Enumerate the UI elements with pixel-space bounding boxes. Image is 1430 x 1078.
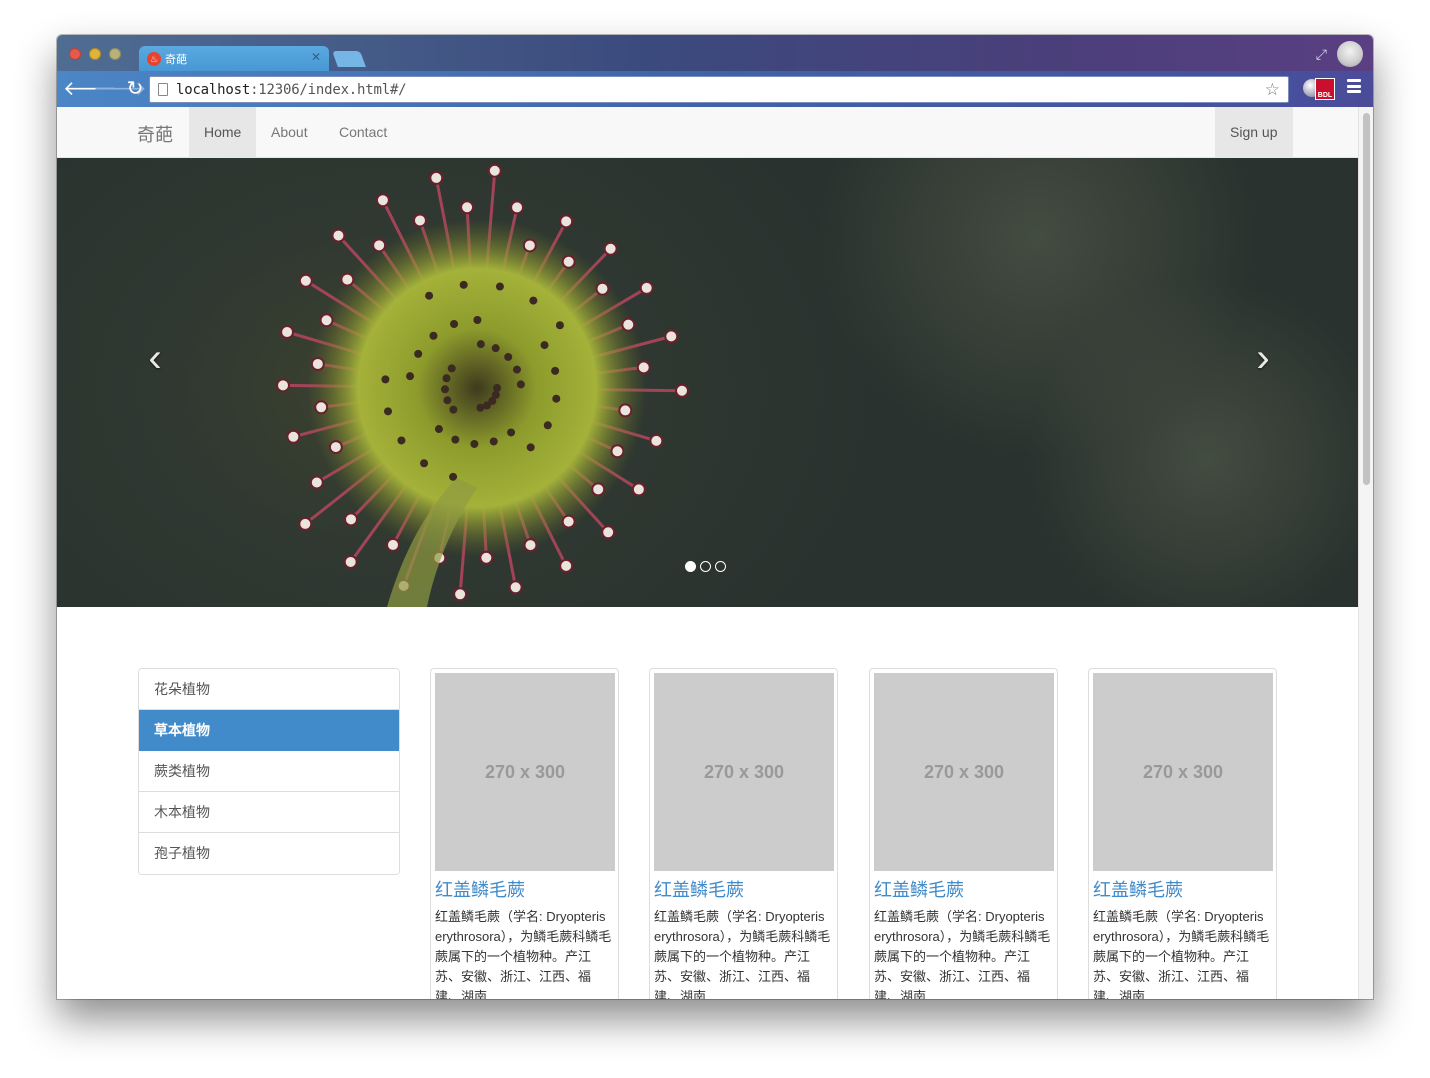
forward-arrow-icon[interactable]: 🡒 xyxy=(93,77,147,101)
product-card: 270 x 300 红盖鳞毛蕨 红盖鳞毛蕨（学名: Dryopteris ery… xyxy=(649,668,838,999)
incognito-icon xyxy=(1337,41,1363,67)
window-maximize-button[interactable] xyxy=(109,48,121,60)
product-description: 红盖鳞毛蕨（学名: Dryopteris erythrosora），为鳞毛蕨科鳞… xyxy=(874,909,1051,999)
tab-title: 奇葩 xyxy=(165,54,187,66)
url-path: :12306/index.html#/ xyxy=(250,82,407,98)
product-card: 270 x 300 红盖鳞毛蕨 红盖鳞毛蕨（学名: Dryopteris ery… xyxy=(869,668,1058,999)
category-item[interactable]: 孢子植物 xyxy=(139,833,399,874)
product-title[interactable]: 红盖鳞毛蕨 xyxy=(874,879,1053,901)
extension-bdl-icon[interactable]: BDL xyxy=(1315,78,1335,100)
carousel-indicator-2[interactable] xyxy=(700,561,711,572)
product-title[interactable]: 红盖鳞毛蕨 xyxy=(654,879,833,901)
tab-strip: ♨ 奇葩 ✕ ⤢ xyxy=(57,35,1373,72)
site-brand[interactable]: 奇葩 xyxy=(137,121,173,147)
hero-carousel: ‹ › xyxy=(57,158,1358,607)
window-minimize-button[interactable] xyxy=(89,48,101,60)
page-viewport: 奇葩 Home About Contact Sign up ‹ › 花朵植物 草… xyxy=(57,107,1358,999)
product-title[interactable]: 红盖鳞毛蕨 xyxy=(435,879,614,901)
product-image-placeholder[interactable]: 270 x 300 xyxy=(654,673,834,871)
category-item[interactable]: 花朵植物 xyxy=(139,669,399,710)
product-description: 红盖鳞毛蕨（学名: Dryopteris erythrosora），为鳞毛蕨科鳞… xyxy=(1093,909,1270,999)
hamburger-menu-icon[interactable] xyxy=(1347,79,1361,93)
product-card: 270 x 300 红盖鳞毛蕨 红盖鳞毛蕨（学名: Dryopteris ery… xyxy=(1088,668,1277,999)
new-tab-button[interactable] xyxy=(332,51,366,67)
product-title[interactable]: 红盖鳞毛蕨 xyxy=(1093,879,1272,901)
product-image-placeholder[interactable]: 270 x 300 xyxy=(435,673,615,871)
window-extras: ⤢ xyxy=(1316,41,1363,67)
product-image-placeholder[interactable]: 270 x 300 xyxy=(1093,673,1273,871)
product-card: 270 x 300 红盖鳞毛蕨 红盖鳞毛蕨（学名: Dryopteris ery… xyxy=(430,668,619,999)
address-bar[interactable]: localhost:12306/index.html#/ ☆ xyxy=(149,76,1289,103)
browser-tab[interactable]: ♨ 奇葩 ✕ xyxy=(139,46,329,72)
category-item-active[interactable]: 草本植物 xyxy=(139,710,399,751)
nav-home[interactable]: Home xyxy=(189,107,257,157)
window-close-button[interactable] xyxy=(69,48,81,60)
site-navbar: 奇葩 Home About Contact Sign up xyxy=(57,107,1358,158)
page-icon xyxy=(158,83,168,96)
category-item[interactable]: 蕨类植物 xyxy=(139,751,399,792)
product-image-placeholder[interactable]: 270 x 300 xyxy=(874,673,1054,871)
star-icon[interactable]: ☆ xyxy=(1265,80,1280,100)
carousel-indicator-3[interactable] xyxy=(715,561,726,572)
product-description: 红盖鳞毛蕨（学名: Dryopteris erythrosora），为鳞毛蕨科鳞… xyxy=(435,909,612,999)
signup-button[interactable]: Sign up xyxy=(1215,107,1293,157)
browser-window: ♨ 奇葩 ✕ ⤢ 🡐 🡒 ↻ localhost:12306/index.htm… xyxy=(57,35,1373,999)
carousel-indicator-1[interactable] xyxy=(685,561,696,572)
vertical-scrollbar[interactable] xyxy=(1358,107,1373,999)
back-arrow-icon[interactable]: 🡐 xyxy=(63,77,117,101)
carousel-next-icon[interactable]: › xyxy=(1243,328,1283,388)
reload-icon[interactable]: ↻ xyxy=(123,77,147,101)
nav-contact[interactable]: Contact xyxy=(324,107,402,157)
scrollbar-thumb[interactable] xyxy=(1363,113,1370,485)
fullscreen-icon[interactable]: ⤢ xyxy=(1316,46,1327,63)
nav-about[interactable]: About xyxy=(256,107,323,157)
url-host: localhost xyxy=(176,82,251,98)
url-text[interactable]: localhost:12306/index.html#/ xyxy=(176,82,407,98)
product-description: 红盖鳞毛蕨（学名: Dryopteris erythrosora），为鳞毛蕨科鳞… xyxy=(654,909,831,999)
carousel-indicators xyxy=(685,561,726,572)
favicon-icon: ♨ xyxy=(147,52,161,66)
tab-close-icon[interactable]: ✕ xyxy=(311,50,321,64)
category-list: 花朵植物 草本植物 蕨类植物 木本植物 孢子植物 xyxy=(138,668,400,875)
browser-toolbar: 🡐 🡒 ↻ localhost:12306/index.html#/ ☆ BDL xyxy=(57,71,1373,107)
sundew-plant-image xyxy=(276,158,1358,607)
category-item[interactable]: 木本植物 xyxy=(139,792,399,833)
carousel-prev-icon[interactable]: ‹ xyxy=(135,328,175,388)
